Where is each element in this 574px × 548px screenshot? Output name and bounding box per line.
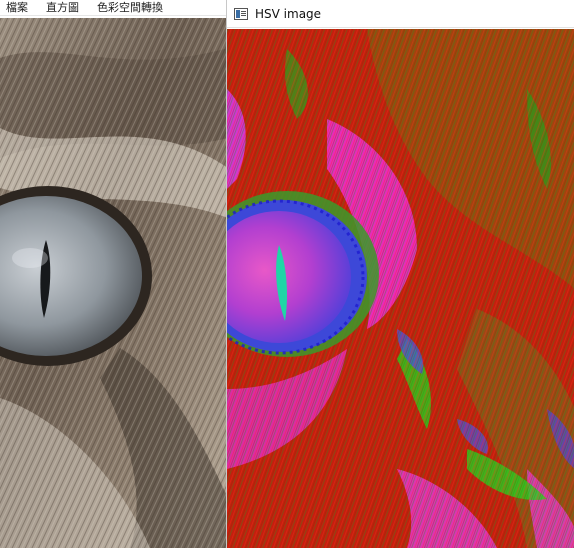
app-window-icon	[234, 7, 248, 20]
menu-file[interactable]: 檔案	[6, 1, 28, 15]
original-cat-eye-image	[0, 18, 228, 548]
menu-histogram[interactable]: 直方圖	[46, 1, 79, 15]
window-title: HSV image	[255, 6, 322, 21]
original-image-window: 檔案 直方圖 色彩空間轉換	[0, 0, 228, 548]
menu-color-space-conversion[interactable]: 色彩空間轉換	[97, 1, 163, 15]
hsv-cat-eye-image	[227, 29, 574, 548]
hsv-image-window: HSV image	[226, 0, 574, 548]
title-bar[interactable]: HSV image	[227, 0, 574, 28]
menu-bar: 檔案 直方圖 色彩空間轉換	[0, 0, 228, 16]
